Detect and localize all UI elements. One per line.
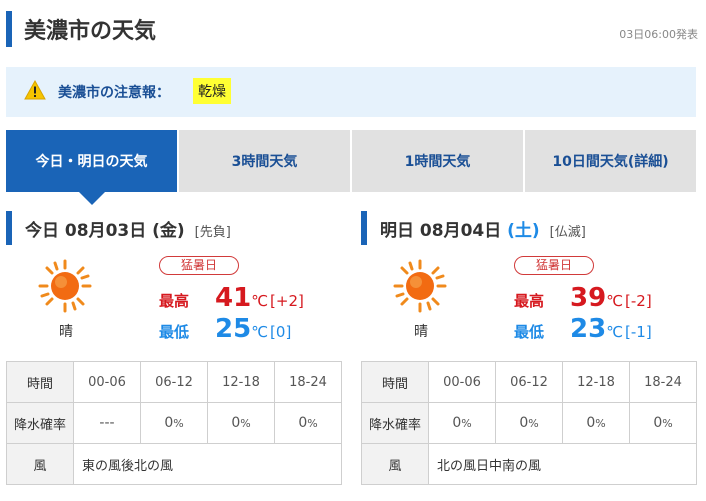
rain-unit: %	[173, 417, 184, 430]
rain-cell: ---	[73, 402, 141, 444]
rain-cell: 0%	[274, 402, 342, 444]
table-row: 降水確率 --- 0% 0% 0%	[6, 402, 342, 444]
high-value: 41	[215, 283, 252, 313]
tab-3-hour[interactable]: 3時間天気	[179, 130, 350, 192]
period-cell: 00-06	[428, 361, 496, 403]
table-row: 時間 00-06 06-12 12-18 18-24	[6, 361, 342, 403]
rain-cell: 0%	[495, 402, 563, 444]
rain-value: 0	[164, 415, 174, 431]
rain-header: 降水確率	[361, 402, 429, 444]
high-unit: ℃	[251, 292, 269, 310]
low-temp-row: 最低 25℃ [0]	[159, 314, 291, 344]
rain-cell: 0%	[428, 402, 496, 444]
high-diff: [-2]	[625, 292, 652, 310]
high-value: 39	[570, 283, 607, 313]
period-cell: 06-12	[495, 361, 563, 403]
time-header: 時間	[361, 361, 429, 403]
heat-badge: 猛暑日	[514, 256, 594, 275]
rain-value: 0	[653, 415, 663, 431]
rain-header: 降水確率	[6, 402, 74, 444]
rain-unit: %	[528, 417, 539, 430]
rain-value: 0	[519, 415, 529, 431]
high-label: 最高	[514, 292, 545, 310]
low-diff: [-1]	[625, 323, 652, 341]
rain-value: 0	[452, 415, 462, 431]
table-row: 風 東の風後北の風	[6, 443, 342, 485]
high-label: 最高	[159, 292, 190, 310]
day-rokuyo: [先負]	[194, 225, 231, 240]
day-heading: 今日 08月03日 (金) [先負]	[25, 216, 231, 241]
rain-cell: 0%	[207, 402, 275, 444]
rain-value: 0	[586, 415, 596, 431]
advisory-label: 美濃市の注意報：	[58, 85, 170, 101]
high-temp-row: 最高 41℃ [+2]	[159, 283, 304, 313]
weather-text: 晴	[59, 324, 73, 340]
low-temp-row: 最低 23℃ [-1]	[514, 314, 652, 344]
low-value: 23	[570, 314, 607, 344]
period-cell: 18-24	[629, 361, 697, 403]
period-cell: 12-18	[562, 361, 630, 403]
wind-cell: 北の風日中南の風	[428, 443, 697, 485]
forecast-tabs: 今日・明日の天気 3時間天気 1時間天気 10日間天気(詳細)	[6, 130, 696, 205]
day-weekday: (土)	[507, 221, 540, 241]
sunny-icon	[38, 259, 92, 313]
page-title: 美濃市の天気	[24, 19, 157, 44]
forecast-table: 時間 00-06 06-12 12-18 18-24 降水確率 0% 0% 0%…	[361, 361, 697, 485]
high-diff: [+2]	[270, 292, 304, 310]
rain-unit: %	[461, 417, 472, 430]
day-date: 今日 08月03日	[25, 221, 147, 241]
day-date: 明日 08月04日	[380, 221, 502, 241]
tab-today-tomorrow[interactable]: 今日・明日の天気	[6, 130, 177, 205]
wind-cell: 東の風後北の風	[73, 443, 342, 485]
rain-value: 0	[231, 415, 241, 431]
day-accent-bar	[361, 211, 367, 245]
title-accent-bar	[6, 11, 12, 47]
warning-icon	[24, 80, 46, 100]
period-cell: 12-18	[207, 361, 275, 403]
time-header: 時間	[6, 361, 74, 403]
table-row: 時間 00-06 06-12 12-18 18-24	[361, 361, 697, 403]
high-temp-row: 最高 39℃ [-2]	[514, 283, 652, 313]
day-rokuyo: [仏滅]	[549, 225, 586, 240]
rain-value: ---	[99, 415, 115, 431]
high-unit: ℃	[606, 292, 624, 310]
advisory-value[interactable]: 乾燥	[193, 78, 231, 104]
tab-1-hour[interactable]: 1時間天気	[352, 130, 523, 192]
heat-badge: 猛暑日	[159, 256, 239, 275]
rain-cell: 0%	[629, 402, 697, 444]
low-unit: ℃	[606, 323, 624, 341]
period-cell: 18-24	[274, 361, 342, 403]
tomorrow-forecast: 明日 08月04日 (土) [仏滅] 晴 猛暑日 最高 39℃ [-2] 最低 23℃…	[361, 211, 701, 501]
day-accent-bar	[6, 211, 12, 245]
forecast-table: 時間 00-06 06-12 12-18 18-24 降水確率 --- 0% 0…	[6, 361, 342, 485]
period-cell: 00-06	[73, 361, 141, 403]
table-row: 風 北の風日中南の風	[361, 443, 697, 485]
rain-unit: %	[307, 417, 318, 430]
day-weekday: (金)	[152, 221, 185, 241]
period-cell: 06-12	[140, 361, 208, 403]
published-time: 03日06:00発表	[619, 28, 698, 41]
low-unit: ℃	[251, 323, 269, 341]
rain-value: 0	[298, 415, 308, 431]
rain-cell: 0%	[562, 402, 630, 444]
advisory-banner: 美濃市の注意報： 乾燥	[6, 67, 696, 117]
table-row: 降水確率 0% 0% 0% 0%	[361, 402, 697, 444]
low-diff: [0]	[270, 323, 292, 341]
low-value: 25	[215, 314, 252, 344]
wind-header: 風	[361, 443, 429, 485]
sunny-icon	[393, 259, 447, 313]
day-heading: 明日 08月04日 (土) [仏滅]	[380, 216, 586, 241]
tab-10-day[interactable]: 10日間天気(詳細)	[525, 130, 696, 192]
weather-text: 晴	[414, 324, 428, 340]
rain-unit: %	[595, 417, 606, 430]
rain-unit: %	[240, 417, 251, 430]
today-forecast: 今日 08月03日 (金) [先負] 晴 猛暑日 最高 41℃ [+2] 最低 25℃…	[6, 211, 346, 501]
low-label: 最低	[159, 323, 190, 341]
rain-cell: 0%	[140, 402, 208, 444]
low-label: 最低	[514, 323, 545, 341]
wind-header: 風	[6, 443, 74, 485]
rain-unit: %	[662, 417, 673, 430]
